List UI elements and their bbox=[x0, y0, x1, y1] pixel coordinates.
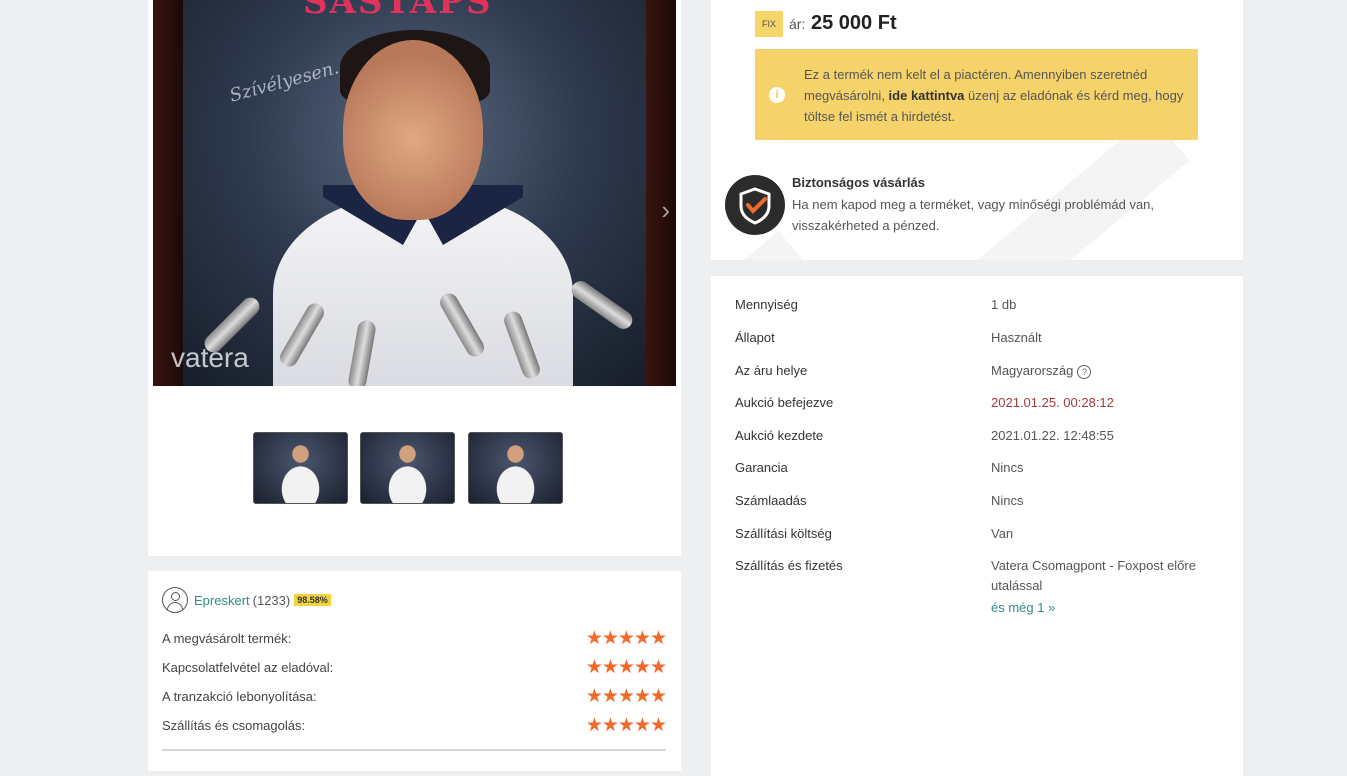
detail-label: Állapot bbox=[735, 330, 775, 345]
star-rating-icon: ★★★★★ bbox=[585, 685, 667, 707]
seller-name-link[interactable]: Epreskert bbox=[194, 593, 250, 608]
vatera-watermark: vatera bbox=[171, 342, 249, 373]
help-icon[interactable]: ? bbox=[1077, 364, 1092, 379]
photo-detail bbox=[646, 0, 676, 386]
rating-label: A megvásárolt termék: bbox=[162, 630, 292, 646]
rating-label: Szállítás és csomagolás: bbox=[162, 717, 306, 733]
rating-row: Kapcsolatfelvétel az eladóval: ★★★★★ bbox=[162, 656, 667, 678]
star-rating-icon: ★★★★★ bbox=[585, 656, 667, 678]
shield-check-icon bbox=[725, 175, 785, 235]
photo-detail bbox=[568, 277, 636, 333]
rating-row: A megvásárolt termék: ★★★★★ bbox=[162, 627, 667, 649]
photo-detail: SASTAPS bbox=[303, 0, 493, 22]
photo-detail bbox=[343, 40, 483, 220]
next-image-chevron-icon[interactable]: › bbox=[661, 195, 670, 226]
secure-purchase-title: Biztonságos vásárlás bbox=[792, 175, 925, 190]
image-gallery-card: SASTAPS Szívélyesen... vatera › bbox=[148, 0, 681, 556]
detail-label: Szállítás és fizetés bbox=[735, 558, 843, 573]
rating-label: Kapcsolatfelvétel az eladóval: bbox=[162, 659, 334, 675]
thumbnail-3[interactable] bbox=[468, 432, 563, 504]
fix-price-badge: FIX bbox=[755, 11, 783, 37]
rating-label: A tranzakció lebonyolítása: bbox=[162, 688, 317, 704]
detail-label: Mennyiség bbox=[735, 297, 798, 312]
not-sold-notice: i Ez a termék nem kelt el a piactéren. A… bbox=[755, 49, 1198, 140]
secure-purchase-text: Ha nem kapod meg a terméket, vagy minősé… bbox=[792, 197, 1155, 233]
detail-label: Aukció kezdete bbox=[735, 428, 824, 443]
seller-rating-card: Epreskert (1233) 98.58% A megvásárolt te… bbox=[148, 571, 681, 771]
thumbnail-2[interactable] bbox=[360, 432, 455, 504]
more-shipping-options-link[interactable]: és még 1 » bbox=[991, 600, 1055, 615]
detail-label: Az áru helye bbox=[735, 363, 808, 378]
detail-label: Garancia bbox=[735, 460, 788, 475]
seller-rating-badge: 98.58% bbox=[294, 594, 331, 606]
star-rating-icon: ★★★★★ bbox=[585, 627, 667, 649]
seller-rating-count: (1233) bbox=[252, 592, 291, 608]
detail-value: Van bbox=[991, 526, 1014, 541]
star-rating-icon: ★★★★★ bbox=[585, 714, 667, 736]
info-icon: i bbox=[769, 87, 785, 103]
detail-label: Aukció befejezve bbox=[735, 395, 834, 410]
detail-value: 2021.01.22. 12:48:55 bbox=[991, 428, 1114, 443]
rating-row: A tranzakció lebonyolítása: ★★★★★ bbox=[162, 685, 667, 707]
detail-value-wrap: Magyarország? bbox=[991, 363, 1226, 379]
detail-label: Számlaadás bbox=[735, 493, 807, 508]
price-value: 25 000 Ft bbox=[811, 12, 897, 34]
detail-value: Vatera Csomagpont - Foxpost előre utalás… bbox=[991, 558, 1196, 593]
detail-value: Nincs bbox=[991, 493, 1024, 508]
seller-info: Epreskert (1233) 98.58% bbox=[162, 586, 331, 614]
detail-value: Magyarország bbox=[991, 363, 1074, 378]
detail-value: 1 db bbox=[991, 297, 1017, 312]
detail-value: 2021.01.25. 00:28:12 bbox=[991, 395, 1114, 410]
divider bbox=[162, 749, 666, 751]
rating-row: Szállítás és csomagolás: ★★★★★ bbox=[162, 714, 667, 736]
main-product-photo[interactable]: SASTAPS Szívélyesen... vatera › bbox=[153, 0, 676, 386]
thumbnail-1[interactable] bbox=[253, 432, 348, 504]
product-details-card: Mennyiség 1 db Állapot Használt Az áru h… bbox=[711, 276, 1243, 776]
detail-label: Szállítási költség bbox=[735, 526, 832, 541]
notice-text: Ez a termék nem kelt el a piactéren. Ame… bbox=[804, 64, 1184, 127]
detail-value: Nincs bbox=[991, 460, 1024, 475]
price-card: FIX ár: 25 000 Ft i Ez a termék nem kelt… bbox=[711, 0, 1243, 260]
photo-detail bbox=[153, 0, 183, 386]
photo-detail: Szívélyesen... bbox=[227, 54, 353, 107]
user-icon bbox=[162, 587, 188, 613]
detail-value: Használt bbox=[991, 330, 1042, 345]
contact-seller-link[interactable]: ide kattintva bbox=[889, 88, 965, 103]
price-label: ár: bbox=[789, 16, 806, 32]
